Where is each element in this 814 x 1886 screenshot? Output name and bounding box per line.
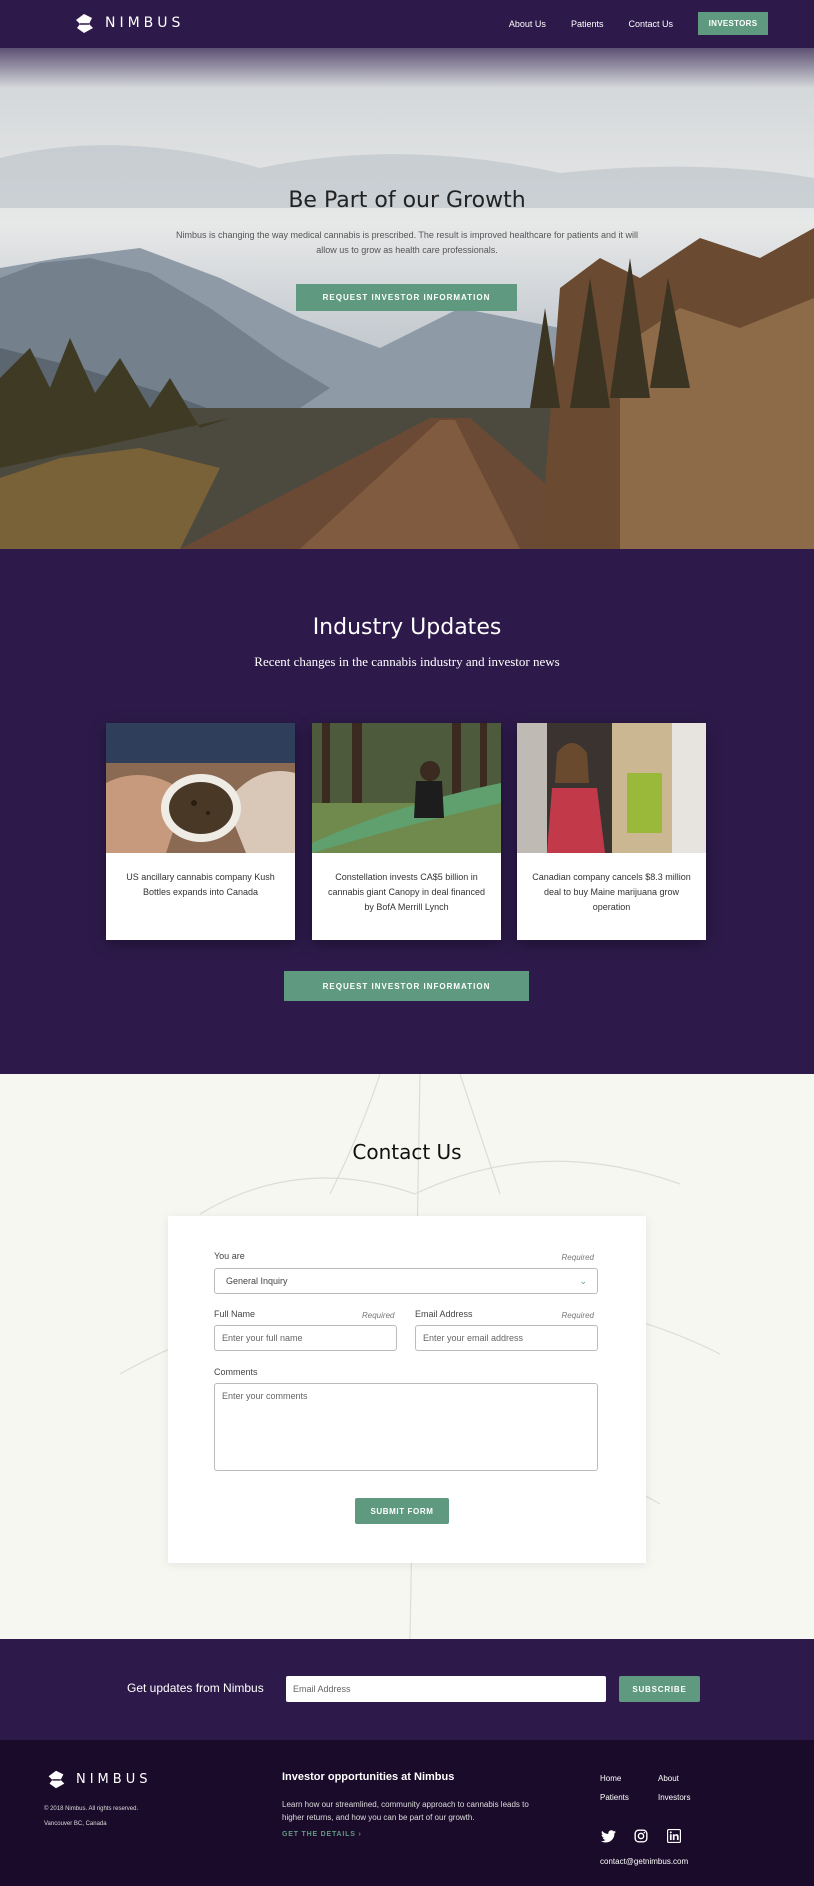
hero-section: Be Part of our Growth Nimbus is changing… (0, 48, 814, 549)
subscribe-button[interactable]: SUBSCRIBE (619, 1676, 700, 1702)
nimbus-logo[interactable]: NIMBUS (71, 10, 184, 36)
news-card[interactable]: Canadian company cancels $8.3 million de… (517, 723, 706, 940)
footer: NIMBUS © 2018 Nimbus. All rights reserve… (0, 1740, 814, 1886)
email-label: Email Address (415, 1309, 473, 1319)
news-card[interactable]: US ancillary cannabis company Kush Bottl… (106, 723, 295, 940)
top-nav: NIMBUS About Us Patients Contact Us INVE… (0, 0, 814, 48)
comments-textarea[interactable]: Enter your comments (214, 1383, 598, 1471)
chevron-down-icon: ⌄ (579, 1276, 587, 1286)
newsletter-section: Get updates from Nimbus Email Address SU… (0, 1639, 814, 1740)
news-card-image-hammock (312, 723, 501, 853)
hero-title: Be Part of our Growth (288, 188, 526, 213)
footer-logo[interactable]: NIMBUS (44, 1767, 151, 1791)
footer-description: Learn how our streamlined, community app… (282, 1800, 529, 1822)
nimbus-logo-icon (76, 14, 93, 33)
newsletter-email-input[interactable]: Email Address (286, 1676, 606, 1702)
footer-logo-text: NIMBUS (76, 1771, 152, 1787)
contact-title: Contact Us (352, 1140, 462, 1164)
industry-title: Industry Updates (312, 615, 502, 640)
get-the-details-link[interactable]: GET THE DETAILS › (282, 1831, 362, 1838)
footer-link-investors[interactable]: Investors (658, 1793, 690, 1802)
newsletter-text: Get updates from Nimbus (127, 1681, 264, 1695)
you-are-select[interactable]: General Inquiry ⌄ (214, 1268, 598, 1294)
industry-updates-section: Industry Updates Recent changes in the c… (0, 549, 814, 1074)
investors-button[interactable]: INVESTORS (698, 12, 768, 35)
linkedin-icon[interactable] (666, 1828, 682, 1844)
footer-link-home[interactable]: Home (600, 1774, 621, 1783)
news-card[interactable]: Constellation invests CA$5 billion in ca… (312, 723, 501, 940)
submit-form-button[interactable]: SUBMIT FORM (355, 1498, 449, 1524)
location-text: Vancouver BC, Canada (44, 1821, 107, 1827)
footer-heading: Investor opportunities at Nimbus (282, 1771, 455, 1783)
required-note: Required (561, 1253, 594, 1262)
nimbus-logo-icon (48, 1770, 65, 1789)
hero-subtitle: Nimbus is changing the way medical canna… (175, 230, 639, 255)
nav-link-about-us[interactable]: About Us (509, 19, 546, 29)
required-note: Required (362, 1311, 395, 1320)
email-field[interactable]: Enter your email address (415, 1325, 598, 1351)
footer-link-about[interactable]: About (658, 1774, 679, 1783)
footer-contact-email[interactable]: contact@getnimbus.com (600, 1857, 688, 1866)
comments-label: Comments (214, 1367, 258, 1377)
industry-request-investor-info-button[interactable]: REQUEST INVESTOR INFORMATION (284, 971, 529, 1001)
you-are-label: You are (214, 1251, 245, 1261)
nav-link-contact-us[interactable]: Contact Us (628, 19, 673, 29)
footer-copyright: © 2018 Nimbus. All rights reserved. Vanc… (44, 1802, 138, 1832)
news-card-image-tea (106, 723, 295, 853)
you-are-selected-value: General Inquiry (226, 1276, 288, 1286)
copyright-text: © 2018 Nimbus. All rights reserved. (44, 1806, 139, 1812)
required-note: Required (561, 1311, 594, 1320)
nav-link-patients[interactable]: Patients (571, 19, 604, 29)
contact-section: Contact Us You are Required General Inqu… (0, 1074, 814, 1639)
footer-link-patients[interactable]: Patients (600, 1793, 629, 1802)
news-card-headline: Canadian company cancels $8.3 million de… (532, 872, 691, 912)
contact-form: You are Required General Inquiry ⌄ Full … (168, 1216, 646, 1563)
news-card-image-window (517, 723, 706, 853)
news-card-headline: US ancillary cannabis company Kush Bottl… (126, 872, 275, 897)
news-card-headline: Constellation invests CA$5 billion in ca… (327, 872, 486, 912)
full-name-field[interactable]: Enter your full name (214, 1325, 397, 1351)
industry-subtitle: Recent changes in the cannabis industry … (254, 654, 560, 669)
hero-request-investor-info-button[interactable]: REQUEST INVESTOR INFORMATION (296, 284, 517, 311)
instagram-icon[interactable] (633, 1828, 649, 1844)
twitter-icon[interactable] (600, 1828, 616, 1844)
logo-text: NIMBUS (105, 15, 185, 31)
full-name-label: Full Name (214, 1309, 256, 1319)
